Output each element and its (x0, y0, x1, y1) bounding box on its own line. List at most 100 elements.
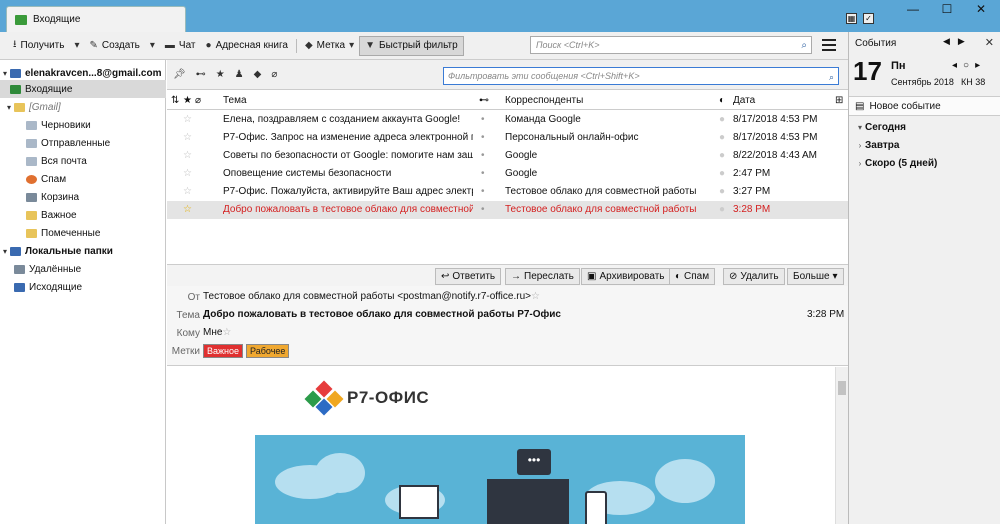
collapse-icon[interactable]: ▾ (0, 69, 10, 78)
collapse-icon[interactable]: ▾ (4, 103, 14, 112)
junk-status-icon[interactable]: ● (719, 114, 725, 125)
chat-button[interactable]: ▬ Чат (160, 36, 201, 56)
read-status-icon[interactable]: • (481, 114, 485, 125)
get-messages-dropdown[interactable]: ▾ (69, 36, 84, 56)
events-tomorrow[interactable]: › Завтра (855, 140, 900, 151)
star-icon[interactable]: ★ (216, 69, 225, 80)
next-icon[interactable]: ▸ (975, 60, 980, 71)
search-icon[interactable]: ⌕ (801, 38, 807, 54)
quick-filter-button[interactable]: ▼ Быстрый фильтр (359, 35, 464, 56)
column-correspondents[interactable]: Корреспонденты (505, 95, 583, 106)
close-icon[interactable]: ✕ (985, 36, 994, 49)
folder-gmail[interactable]: ▾ [Gmail] (0, 98, 166, 116)
folder-local[interactable]: ▾ Локальные папки (0, 242, 166, 260)
junk-status-icon[interactable]: ● (719, 150, 725, 161)
reply-button[interactable]: ↩ Ответить (435, 268, 502, 285)
archive-button[interactable]: ▣ Архивировать (581, 268, 671, 285)
read-status-icon[interactable]: • (481, 186, 485, 197)
unread-icon[interactable]: ⊷ (196, 69, 206, 80)
get-messages-button[interactable]: ⭳ Получить (8, 36, 69, 56)
events-today[interactable]: ▾ Сегодня (855, 122, 906, 133)
table-row-selected[interactable]: ☆ Добро пожаловать в тестовое облако для… (167, 201, 848, 219)
tag-important[interactable]: Важное (203, 344, 244, 358)
table-row[interactable]: ☆ Оповещение системы безопасности • Goog… (167, 165, 848, 183)
star-icon[interactable]: ☆ (183, 114, 192, 125)
table-row[interactable]: ☆ Елена, поздравляем с созданием аккаунт… (167, 111, 848, 129)
folder-deleted[interactable]: Удалённые (0, 260, 166, 278)
junk-status-icon[interactable]: ● (719, 204, 725, 215)
star-icon[interactable]: ☆ (183, 168, 192, 179)
new-event-button[interactable]: ▤ Новое событие (849, 96, 1000, 116)
search-icon[interactable]: ⌕ (829, 69, 834, 85)
tag-work[interactable]: Рабочее (246, 344, 290, 358)
star-icon[interactable]: ☆ (183, 150, 192, 161)
previous-icon[interactable]: ◂ (952, 60, 957, 71)
search-input[interactable]: Поиск <Ctrl+K> ⌕ (530, 36, 812, 54)
forward-button[interactable]: → Переслать (505, 268, 580, 285)
tab-inbox[interactable]: Входящие (6, 6, 186, 32)
star-icon[interactable]: ☆ (222, 327, 231, 338)
events-soon[interactable]: › Скоро (5 дней) (855, 158, 938, 169)
compose-dropdown[interactable]: ▾ (145, 36, 160, 56)
junk-status-icon[interactable]: ● (719, 186, 725, 197)
menu-icon[interactable] (822, 39, 836, 51)
scrollbar-thumb[interactable] (838, 381, 846, 395)
contact-icon[interactable]: ♟ (235, 69, 244, 80)
attachment-column-icon[interactable]: ⌀ (195, 95, 201, 106)
folder-inbox[interactable]: Входящие (0, 80, 166, 98)
address-book-button[interactable]: ● Адресная книга (201, 36, 293, 56)
folder-all-mail[interactable]: Вся почта (0, 152, 166, 170)
to-address[interactable]: Мне (203, 327, 222, 338)
read-column-icon[interactable]: ⊷ (479, 95, 489, 106)
folder-trash[interactable]: Корзина (0, 188, 166, 206)
calendar-icon[interactable]: ▦ (846, 13, 857, 24)
read-status-icon[interactable]: • (481, 132, 485, 143)
read-status-icon[interactable]: • (481, 204, 485, 215)
column-date[interactable]: Дата (733, 95, 755, 106)
attachment-icon[interactable]: ⌀ (271, 69, 277, 80)
table-row[interactable]: ☆ Советы по безопасности от Google: помо… (167, 147, 848, 165)
thread-icon[interactable]: ⇅ (171, 95, 179, 106)
body-scrollbar[interactable] (835, 367, 848, 524)
junk-status-icon[interactable]: ● (719, 132, 725, 143)
table-row[interactable]: ☆ Р7-Офис. Пожалуйста, активируйте Ваш а… (167, 183, 848, 201)
folder-outbox[interactable]: Исходящие (0, 278, 166, 296)
folder-starred[interactable]: Помеченные (0, 224, 166, 242)
to-value[interactable]: Мне☆ (203, 327, 231, 338)
junk-status-icon[interactable]: ● (719, 168, 725, 179)
filter-messages-input[interactable]: Фильтровать эти сообщения <Ctrl+Shift+K>… (443, 67, 839, 85)
delete-icon: ⊘ (729, 271, 738, 282)
star-icon[interactable]: ☆ (531, 291, 540, 302)
column-picker-icon[interactable]: ⊞ (835, 95, 843, 106)
junk-button[interactable]: ◐ Спам (669, 268, 716, 285)
from-value[interactable]: Тестовое облако для совместной работы <p… (203, 291, 540, 302)
maximize-button[interactable]: ☐ (930, 0, 964, 18)
folder-sent[interactable]: Отправленные (0, 134, 166, 152)
delete-button[interactable]: ⊘ Удалить (723, 268, 785, 285)
read-status-icon[interactable]: • (481, 168, 485, 179)
today-icon[interactable]: ○ (963, 60, 969, 71)
tag-button[interactable]: ◆ Метка ▾ (300, 36, 359, 56)
more-button[interactable]: Больше ▾ (787, 268, 844, 285)
previous-day-icon[interactable]: ◀ (943, 36, 950, 47)
column-subject[interactable]: Тема (223, 95, 247, 106)
tasks-icon[interactable]: ✓ (863, 13, 874, 24)
star-icon[interactable]: ☆ (183, 132, 192, 143)
close-button[interactable]: ✕ (964, 0, 998, 18)
star-icon[interactable]: ☆ (183, 186, 192, 197)
compose-button[interactable]: ✎ Создать (84, 36, 144, 56)
folder-important[interactable]: Важное (0, 206, 166, 224)
tag-icon[interactable]: ◆ (254, 69, 262, 80)
star-column-icon[interactable]: ★ (183, 95, 192, 106)
collapse-icon[interactable]: ▾ (0, 247, 10, 256)
folder-drafts[interactable]: Черновики (0, 116, 166, 134)
next-day-icon[interactable]: ▶ (958, 36, 965, 47)
from-address[interactable]: Тестовое облако для совместной работы <p… (203, 291, 531, 302)
junk-column-icon[interactable]: ◐ (719, 95, 725, 106)
read-status-icon[interactable]: • (481, 150, 485, 161)
table-row[interactable]: ☆ Р7-Офис. Запрос на изменение адреса эл… (167, 129, 848, 147)
folder-spam[interactable]: Спам (0, 170, 166, 188)
star-icon[interactable]: ☆ (183, 204, 192, 215)
minimize-button[interactable]: — (896, 0, 930, 18)
pin-icon[interactable]: 📌︎ (173, 69, 186, 80)
